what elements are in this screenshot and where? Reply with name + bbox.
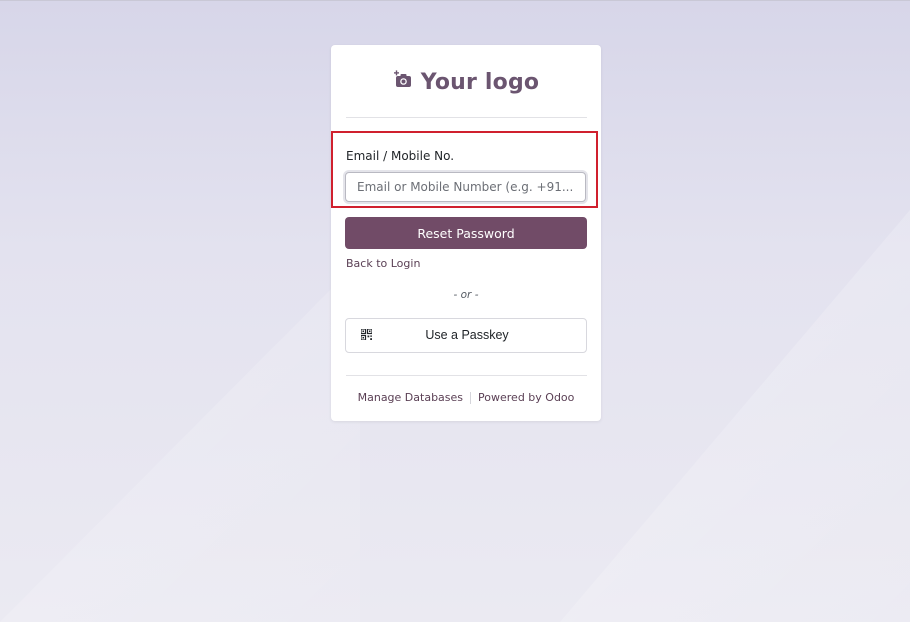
background-shape-left	[0, 260, 360, 622]
email-label: Email / Mobile No.	[346, 149, 455, 163]
passkey-button-label: Use a Passkey	[425, 328, 509, 342]
back-to-login-link[interactable]: Back to Login	[346, 257, 420, 270]
manage-databases-link[interactable]: Manage Databases	[358, 391, 463, 404]
reset-password-button[interactable]: Reset Password	[345, 217, 587, 249]
footer-links: Manage Databases Powered by Odoo	[331, 391, 601, 404]
divider-top	[346, 117, 587, 118]
email-input[interactable]	[345, 172, 586, 202]
logo-text: Your logo	[420, 69, 540, 95]
powered-by-odoo-link[interactable]: Powered by Odoo	[478, 391, 574, 404]
reset-password-card: Your logo Email / Mobile No. Reset Passw…	[331, 45, 601, 421]
divider-bottom	[346, 375, 587, 376]
camera-plus-icon	[393, 70, 413, 94]
top-border	[0, 0, 910, 1]
footer-separator	[470, 391, 472, 404]
background-shape-right	[560, 210, 910, 622]
passkey-button[interactable]: Use a Passkey	[345, 318, 587, 353]
or-separator: - or -	[453, 289, 479, 301]
logo: Your logo	[331, 67, 601, 97]
